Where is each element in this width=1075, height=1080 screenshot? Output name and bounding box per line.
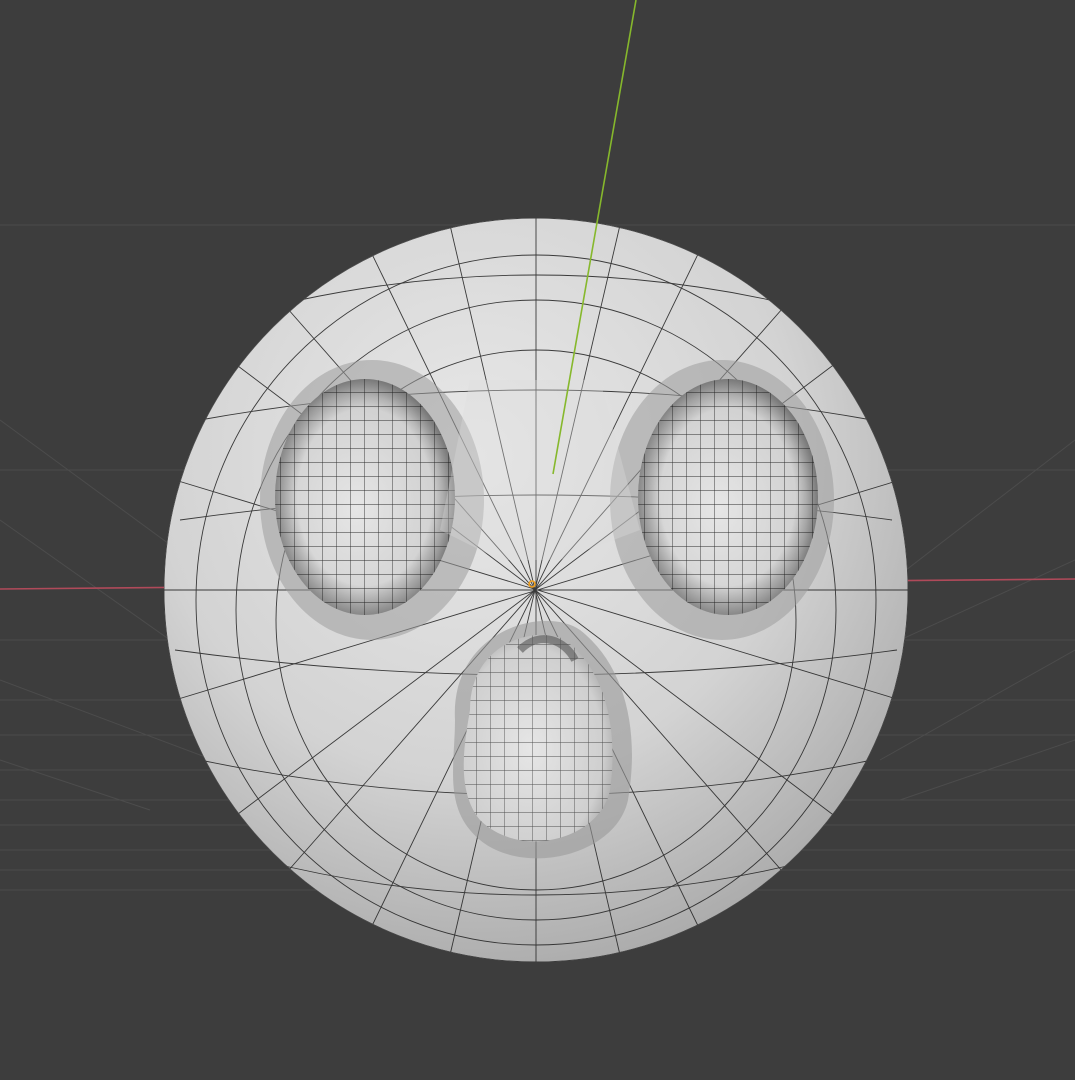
mesh-object[interactable] bbox=[164, 218, 908, 962]
3d-viewport[interactable] bbox=[0, 0, 1075, 1080]
mouth-cavity[interactable] bbox=[453, 620, 632, 870]
right-eye-socket[interactable] bbox=[610, 360, 834, 640]
